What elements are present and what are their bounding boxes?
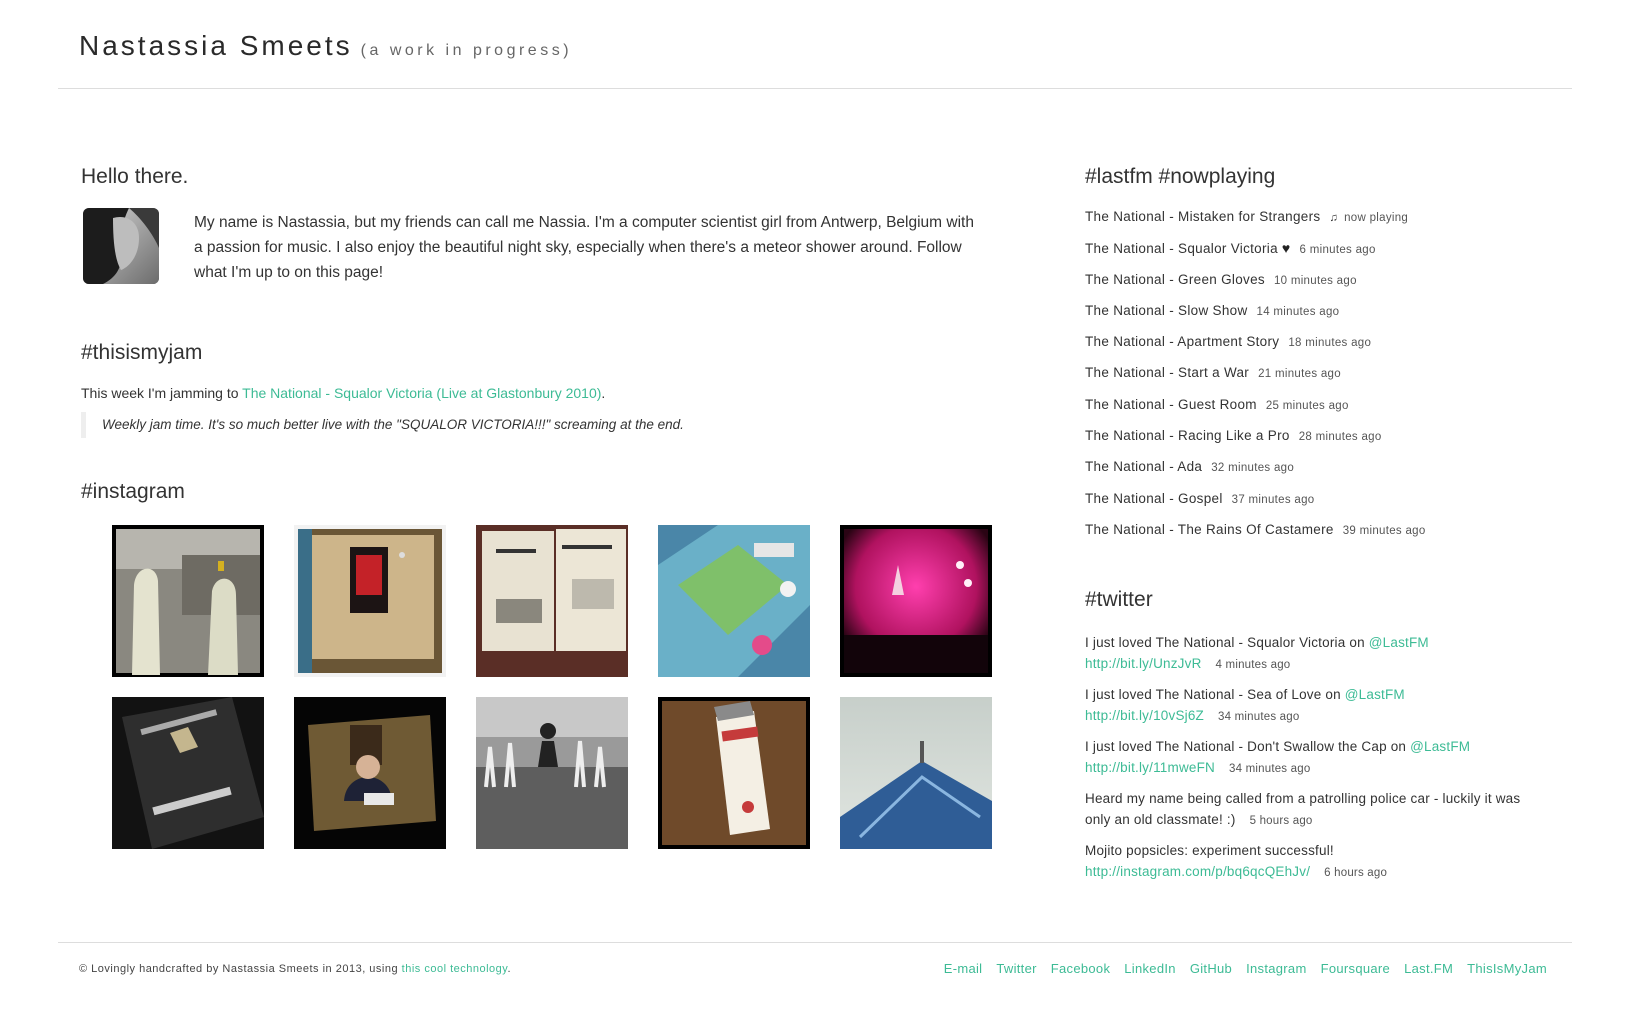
tweet-text: I just loved The National - Sea of Love …: [1085, 687, 1345, 702]
tweet: I just loved The National - Squalor Vict…: [1085, 633, 1545, 675]
footer-links: E-mail Twitter Facebook LinkedIn GitHub …: [944, 961, 1547, 976]
lastfm-track: The National - Green Gloves 10 minutes ag…: [1085, 272, 1426, 303]
track-time: 21 minutes ago: [1258, 368, 1341, 381]
intro-heading: Hello there.: [81, 165, 189, 188]
site-subtitle: (a work in progress): [360, 42, 573, 59]
track-time: 28 minutes ago: [1298, 431, 1382, 444]
site-header: Nastassia Smeets (a work in progress): [58, 0, 1572, 89]
track-title: The National - Racing Like a Pro: [1085, 428, 1290, 444]
photo-book-clash-of-kings[interactable]: [112, 697, 264, 849]
track-time: 6 minutes ago: [1299, 244, 1376, 257]
site-footer: © Lovingly handcrafted by Nastassia Smee…: [58, 942, 1572, 1002]
footer-link-github[interactable]: GitHub: [1190, 961, 1232, 976]
music-note-icon: ♫: [1329, 212, 1339, 224]
lastfm-track: The National - Apartment Story 18 minutes…: [1085, 334, 1426, 365]
track-time: 10 minutes ago: [1273, 274, 1357, 287]
photo-concert-stage[interactable]: [840, 525, 992, 677]
footer-link-email[interactable]: E-mail: [944, 961, 983, 976]
track-title: The National - Start a War: [1085, 365, 1250, 381]
tweet-mention-link[interactable]: @LastFM: [1410, 739, 1470, 754]
lastfm-track: The National - Squalor Victoria ♥ 6 minute…: [1085, 240, 1426, 271]
tweet: Heard my name being called from a patrol…: [1085, 789, 1545, 831]
tweet-mention-link[interactable]: @LastFM: [1369, 635, 1429, 650]
lastfm-heading: #lastfm #nowplaying: [1085, 165, 1276, 188]
track-time: 39 minutes ago: [1342, 524, 1426, 537]
jam-prefix: This week I'm jamming to: [81, 385, 243, 401]
credit-suffix: .: [507, 963, 512, 975]
track-title: The National - The Rains Of Castamere: [1085, 521, 1334, 537]
track-title: The National - Slow Show: [1085, 302, 1248, 318]
photo-eye-cream-tube[interactable]: [658, 697, 810, 849]
photo-tv-screen[interactable]: [294, 697, 446, 849]
tweet-text: I just loved The National - Don't Swallo…: [1085, 739, 1411, 754]
tweet-url-link[interactable]: http://bit.ly/10vSj6Z: [1085, 708, 1204, 723]
tweet-url-link[interactable]: http://bit.ly/UnzJvR: [1085, 656, 1202, 671]
photo-blue-building[interactable]: [840, 697, 992, 849]
footer-link-twitter[interactable]: Twitter: [996, 961, 1036, 976]
track-title: The National - Ada: [1085, 459, 1203, 475]
heart-icon: ♥: [1281, 240, 1291, 257]
tweet-text: I just loved The National - Squalor Vict…: [1085, 635, 1369, 650]
avatar: [83, 208, 159, 284]
credit-tech-link[interactable]: this cool technology: [402, 963, 508, 975]
tweet-url-link[interactable]: http://instagram.com/p/bq6qcQEhJv/: [1085, 864, 1310, 879]
track-time: 18 minutes ago: [1288, 337, 1372, 350]
footer-link-foursquare[interactable]: Foursquare: [1321, 961, 1390, 976]
tweet: I just loved The National - Sea of Love …: [1085, 685, 1545, 727]
photo-board-game[interactable]: [658, 525, 810, 677]
footer-link-instagram[interactable]: Instagram: [1246, 961, 1307, 976]
tweet: I just loved The National - Don't Swallo…: [1085, 737, 1545, 779]
lastfm-track: The National - Racing Like a Pro 28 minut…: [1085, 428, 1426, 459]
photo-atari-manual[interactable]: [476, 525, 628, 677]
instagram-heading: #instagram: [81, 480, 185, 503]
track-time: 25 minutes ago: [1265, 399, 1349, 412]
tweet-list: I just loved The National - Squalor Vict…: [1085, 633, 1545, 893]
twitter-heading: #twitter: [1085, 588, 1153, 611]
tweet-time: 34 minutes ago: [1218, 710, 1300, 723]
lastfm-track: The National - Slow Show 14 minutes ago: [1085, 303, 1426, 334]
credit-prefix: © Lovingly handcrafted by Nastassia Smee…: [79, 963, 402, 975]
jam-heading: #thisismyjam: [81, 341, 203, 364]
track-title: The National - Apartment Story: [1085, 334, 1280, 350]
lastfm-track-list: The National - Mistaken for Strangers ♫ n…: [1085, 209, 1426, 553]
tweet-mention-link[interactable]: @LastFM: [1345, 687, 1405, 702]
site-title-text: Nastassia Smeets: [79, 30, 353, 61]
track-title: The National - Squalor Victoria: [1085, 241, 1278, 257]
jam-song-link[interactable]: The National - Squalor Victoria (Live at…: [242, 385, 601, 401]
footer-credit: © Lovingly handcrafted by Nastassia Smee…: [79, 963, 511, 975]
lastfm-track: The National - The Rains Of Castamere 39 …: [1085, 522, 1426, 553]
lastfm-track: The National - Guest Room 25 minutes ago: [1085, 397, 1426, 428]
lastfm-track: The National - Gospel 37 minutes ago: [1085, 491, 1426, 522]
jam-quote: Weekly jam time. It's so much better liv…: [81, 412, 684, 438]
jam-line: This week I'm jamming to The National - …: [81, 385, 605, 401]
lastfm-track: The National - Ada 32 minutes ago: [1085, 459, 1426, 490]
track-title: The National - Guest Room: [1085, 396, 1257, 412]
footer-link-linkedin[interactable]: LinkedIn: [1124, 961, 1176, 976]
track-time: now playing: [1344, 212, 1409, 224]
site-title: Nastassia Smeets (a work in progress): [79, 30, 572, 62]
tweet-time: 4 minutes ago: [1215, 658, 1291, 671]
tweet: Mojito popsicles: experiment successful!…: [1085, 841, 1545, 883]
photo-fountain[interactable]: [476, 697, 628, 849]
lastfm-track: The National - Start a War 21 minutes ago: [1085, 365, 1426, 396]
track-title: The National - Mistaken for Strangers: [1085, 209, 1321, 224]
footer-link-thisismyjam[interactable]: ThisIsMyJam: [1467, 961, 1547, 976]
track-title: The National - Gospel: [1085, 490, 1223, 506]
footer-link-lastfm[interactable]: Last.FM: [1404, 961, 1453, 976]
track-time: 14 minutes ago: [1256, 305, 1340, 318]
jam-suffix: .: [601, 385, 606, 401]
track-time: 37 minutes ago: [1231, 493, 1315, 506]
track-time: 32 minutes ago: [1211, 462, 1295, 475]
tweet-time: 5 hours ago: [1249, 814, 1313, 827]
intro-text: My name is Nastassia, but my friends can…: [194, 214, 974, 281]
tweet-time: 34 minutes ago: [1229, 762, 1311, 775]
footer-link-facebook[interactable]: Facebook: [1051, 961, 1111, 976]
track-title: The National - Green Gloves: [1085, 271, 1265, 287]
tweet-time: 6 hours ago: [1324, 866, 1388, 879]
tweet-text: Mojito popsicles: experiment successful!: [1085, 843, 1334, 858]
photo-popsicles[interactable]: [112, 525, 264, 677]
photo-poster-wall[interactable]: [294, 525, 446, 677]
lastfm-track: The National - Mistaken for Strangers ♫ n…: [1085, 209, 1426, 240]
tweet-url-link[interactable]: http://bit.ly/11mweFN: [1085, 760, 1215, 775]
